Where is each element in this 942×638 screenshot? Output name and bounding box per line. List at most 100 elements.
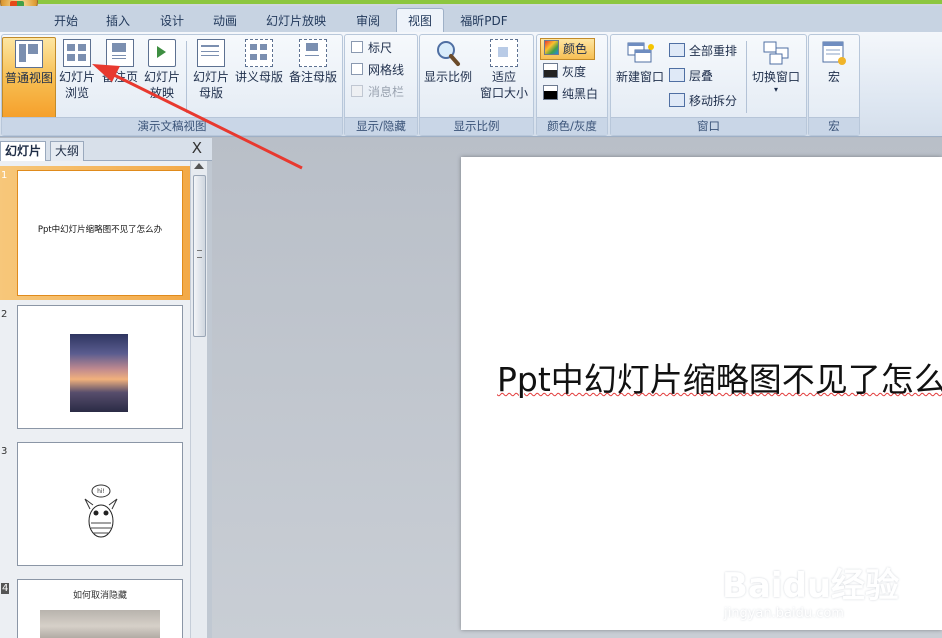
scrollbar-thumb[interactable]	[193, 175, 206, 337]
slide-master-label-1: 幻灯片	[192, 70, 229, 84]
group-color-grayscale: 颜色 灰度 纯黑白 颜色/灰度	[536, 34, 608, 136]
slide-title[interactable]: Ppt中幻灯片缩略图不见了怎么办	[497, 353, 942, 401]
tab-slide-show[interactable]: 幻灯片放映	[258, 11, 334, 31]
cascade-icon	[669, 68, 685, 82]
black-white-swatch-icon	[543, 85, 558, 100]
slide-master-button[interactable]: 幻灯片 母版	[190, 37, 232, 117]
slide-title-text: Ppt中幻灯片缩略图不见了怎么办	[497, 360, 942, 399]
pure-black-white-button[interactable]: 纯黑白	[543, 84, 598, 104]
title-accent-bar	[38, 0, 942, 4]
cascade-button[interactable]: 层叠	[669, 66, 713, 86]
grayscale-button[interactable]: 灰度	[543, 62, 586, 82]
group-zoom: 显示比例 适应 窗口大小 显示比例	[419, 34, 534, 136]
thumbnail-number: 2	[1, 309, 8, 320]
switch-windows-button[interactable]: 切换窗口 ▾	[749, 37, 803, 117]
window-group-divider	[746, 41, 747, 113]
thumbnail-slide[interactable]: 如何取消隐藏	[17, 579, 183, 638]
macros-label: 宏	[827, 70, 840, 84]
monster-sketch: hi!	[76, 483, 126, 543]
thumbnail-scrollbar[interactable]	[190, 161, 207, 638]
notes-page-button[interactable]: 备注页	[100, 37, 140, 117]
color-swatch-icon	[544, 40, 559, 55]
tab-insert[interactable]: 插入	[98, 11, 138, 31]
zoom-button[interactable]: 显示比例	[422, 37, 474, 117]
tab-outline[interactable]: 大纲	[50, 141, 85, 161]
thumbnail-item-4[interactable]: 4 如何取消隐藏	[0, 579, 190, 638]
group-show-hide: 标尺 网格线 消息栏 显示/隐藏	[344, 34, 418, 136]
thumbnail-item-2[interactable]: 2	[0, 305, 190, 433]
new-window-label: 新建窗口	[615, 70, 664, 84]
slide-show-view-button[interactable]: 幻灯片 放映	[142, 37, 182, 117]
thumbnail-slide[interactable]	[17, 305, 183, 429]
tab-view[interactable]: 视图	[396, 8, 444, 33]
thumbnail-number: 4	[1, 583, 10, 594]
macros-button[interactable]: 宏	[811, 37, 857, 117]
slide-sorter-icon	[63, 39, 91, 67]
slide-sorter-button[interactable]: 幻灯片 浏览	[56, 37, 98, 117]
thumbnail-title: 如何取消隐藏	[72, 591, 127, 601]
ribbon: 普通视图 幻灯片 浏览 备注页 幻灯片 放映 幻灯片 母版 讲义母版 备注母版	[0, 32, 942, 137]
slide-sorter-label-1: 幻灯片	[58, 70, 95, 84]
slide-sorter-label-2: 浏览	[64, 86, 89, 100]
handout-master-label: 讲义母版	[234, 70, 283, 84]
arrange-all-button[interactable]: 全部重排	[669, 41, 737, 61]
fit-to-window-button[interactable]: 适应 窗口大小	[476, 37, 532, 117]
tab-design[interactable]: 设计	[152, 11, 192, 31]
ruler-checkbox[interactable]: 标尺	[351, 39, 392, 57]
thumbnail-slide[interactable]: Ppt中幻灯片缩略图不见了怎么办	[17, 170, 183, 296]
tab-review[interactable]: 审阅	[348, 11, 388, 31]
cascade-label: 层叠	[689, 69, 714, 83]
group-label-window: 窗口	[611, 117, 806, 135]
handout-master-icon	[245, 39, 273, 67]
watermark-brand: Baidu经验	[722, 566, 900, 606]
arrange-all-icon	[669, 43, 685, 57]
color-button[interactable]: 颜色	[540, 38, 595, 60]
group-window: 新建窗口 全部重排 层叠 移动拆分 切换窗口 ▾ 窗口	[610, 34, 807, 136]
group-presentation-views: 普通视图 幻灯片 浏览 备注页 幻灯片 放映 幻灯片 母版 讲义母版 备注母版	[1, 34, 343, 136]
notes-page-label: 备注页	[101, 70, 138, 84]
new-window-button[interactable]: 新建窗口	[613, 37, 667, 117]
message-bar-label: 消息栏	[368, 85, 405, 99]
group-divider	[186, 41, 187, 113]
switch-windows-label: 切换窗口	[751, 70, 800, 84]
thumbnail-slide[interactable]: hi!	[17, 442, 183, 566]
slide-master-icon	[197, 39, 225, 67]
thumbnail-item-3[interactable]: 3 hi!	[0, 442, 190, 570]
move-split-label: 移动拆分	[689, 94, 738, 108]
tab-animations[interactable]: 动画	[205, 11, 245, 31]
normal-view-button[interactable]: 普通视图	[2, 37, 56, 119]
notes-master-icon	[299, 39, 327, 67]
arrange-all-label: 全部重排	[689, 44, 738, 58]
scroll-up-icon[interactable]	[194, 163, 204, 169]
slide-master-label-2: 母版	[198, 86, 223, 100]
magnifier-icon	[434, 39, 462, 67]
thumbnail-number: 1	[1, 170, 8, 181]
normal-view-icon	[15, 40, 43, 68]
fit-to-window-label-1: 适应	[491, 70, 516, 84]
message-bar-checkbox-box	[351, 85, 363, 97]
notes-page-icon	[106, 39, 134, 67]
fit-to-window-label-2: 窗口大小	[479, 86, 528, 100]
gridlines-checkbox[interactable]: 网格线	[351, 61, 404, 79]
group-label-presentation-views: 演示文稿视图	[2, 117, 342, 135]
tab-slides[interactable]: 幻灯片	[0, 141, 47, 161]
group-label-color-grayscale: 颜色/灰度	[537, 117, 607, 135]
tab-home[interactable]: 开始	[46, 11, 86, 31]
thumbnail-item-1[interactable]: 1 Ppt中幻灯片缩略图不见了怎么办	[0, 166, 190, 300]
speech-bubble-text: hi!	[97, 488, 105, 495]
sunset-photo	[70, 334, 128, 412]
grip-icon	[197, 250, 202, 258]
tab-foxit-pdf[interactable]: 福昕PDF	[452, 11, 516, 31]
notes-master-button[interactable]: 备注母版	[286, 37, 340, 117]
thumbnail-number: 3	[1, 446, 8, 457]
handout-master-button[interactable]: 讲义母版	[232, 37, 286, 117]
ruler-checkbox-box[interactable]	[351, 41, 363, 53]
new-window-icon	[626, 39, 654, 67]
move-split-button[interactable]: 移动拆分	[669, 91, 737, 111]
normal-view-label: 普通视图	[4, 71, 53, 85]
slides-panel-tabs: 幻灯片 大纲 X	[0, 138, 212, 161]
gridlines-checkbox-box[interactable]	[351, 63, 363, 75]
slide-show-view-label-1: 幻灯片	[143, 70, 180, 84]
close-icon[interactable]: X	[192, 139, 202, 157]
gridlines-label: 网格线	[368, 63, 405, 77]
